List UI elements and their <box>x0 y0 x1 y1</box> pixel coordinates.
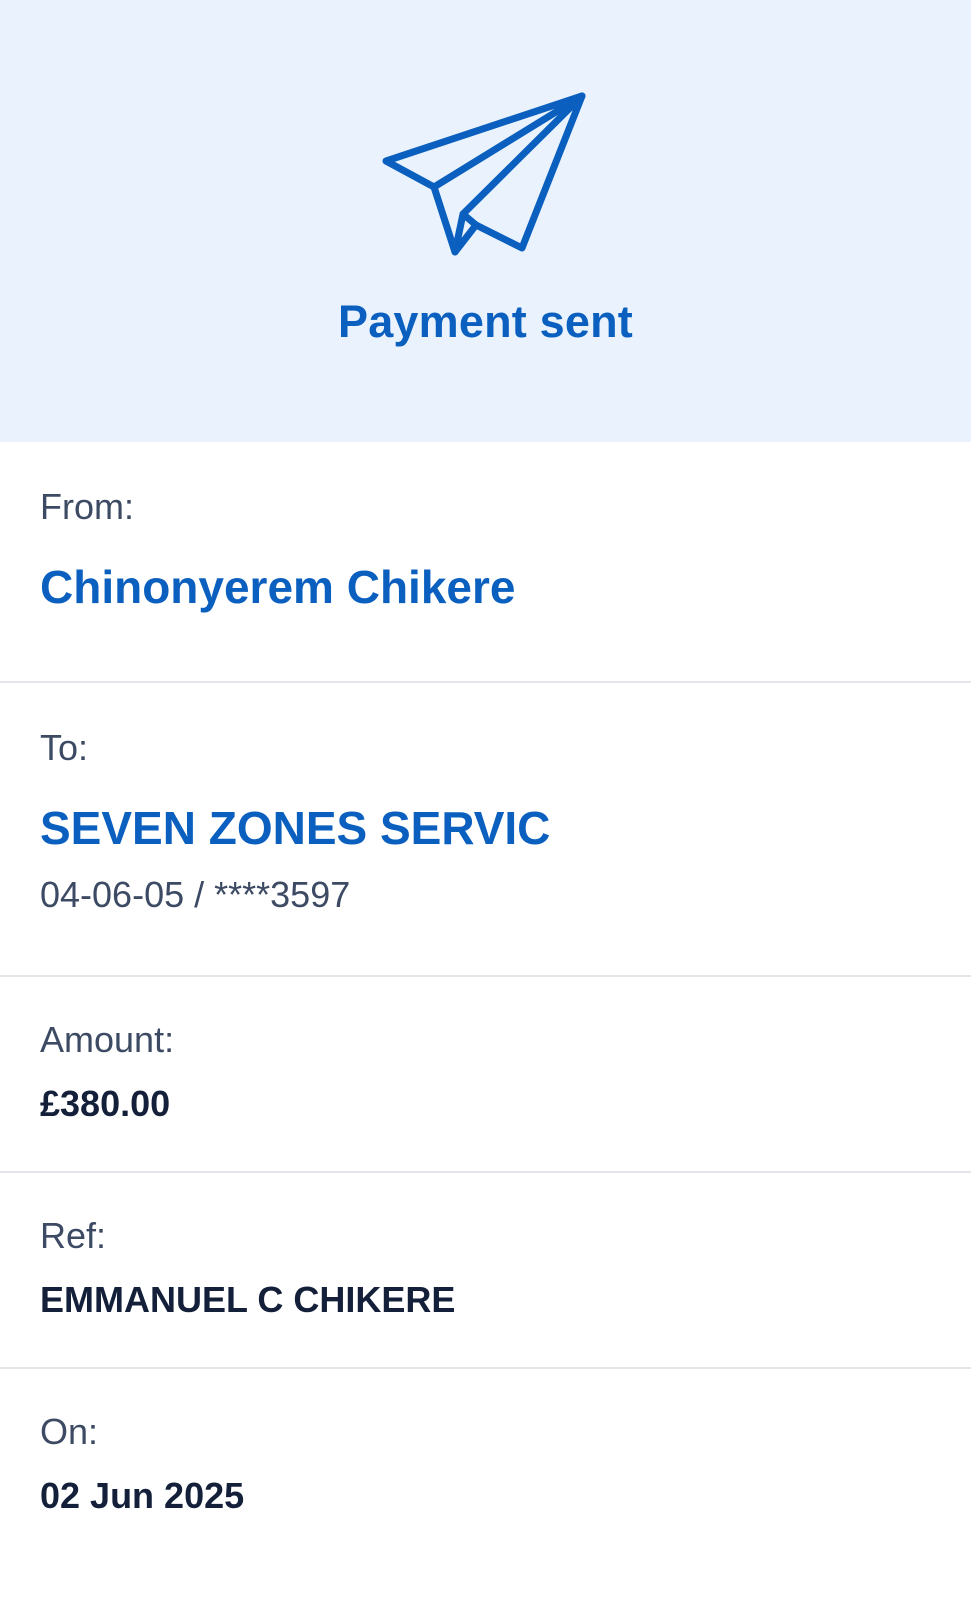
date-section: On: 02 Jun 2025 <box>0 1369 971 1600</box>
paper-plane-icon <box>382 92 586 256</box>
payment-status-title: Payment sent <box>337 296 633 347</box>
date-label: On: <box>40 1411 99 1452</box>
ref-label: Ref: <box>40 1215 107 1256</box>
ref-section: Ref: EMMANUEL C CHIKERE <box>0 1173 971 1369</box>
from-label: From: <box>40 486 134 527</box>
amount-value: £380.00 <box>40 1083 171 1124</box>
from-section: From: Chinonyerem Chikere <box>0 442 971 683</box>
payee-account: 04-06-05 / ****3597 <box>40 874 351 915</box>
payee-name: SEVEN ZONES SERVIC <box>40 802 551 854</box>
payment-confirmation-card: Payment sent From: Chinonyerem Chikere T… <box>0 0 971 1600</box>
payment-status-header: Payment sent <box>0 0 971 442</box>
ref-value: EMMANUEL C CHIKERE <box>40 1279 456 1320</box>
amount-label: Amount: <box>40 1019 175 1060</box>
to-section: To: SEVEN ZONES SERVIC 04-06-05 / ****35… <box>0 683 971 977</box>
date-value: 02 Jun 2025 <box>40 1475 245 1516</box>
amount-section: Amount: £380.00 <box>0 977 971 1173</box>
to-label: To: <box>40 727 89 768</box>
from-name: Chinonyerem Chikere <box>40 561 516 613</box>
